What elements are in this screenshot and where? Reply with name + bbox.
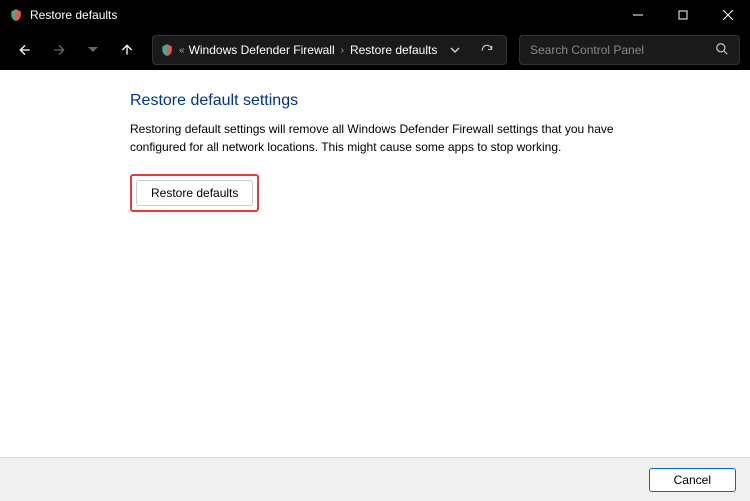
window-title: Restore defaults	[30, 8, 615, 22]
window-controls	[615, 0, 750, 30]
refresh-button[interactable]	[474, 37, 500, 63]
breadcrumb: Windows Defender Firewall › Restore defa…	[189, 43, 438, 57]
address-dropdown-button[interactable]	[442, 37, 468, 63]
search-icon	[715, 42, 729, 59]
breadcrumb-item-restore[interactable]: Restore defaults	[350, 43, 437, 57]
restore-defaults-button[interactable]: Restore defaults	[136, 180, 253, 206]
page-title: Restore default settings	[130, 92, 750, 110]
shield-icon	[8, 7, 24, 23]
footer: Cancel	[0, 457, 750, 501]
close-button[interactable]	[705, 0, 750, 30]
chevron-right-icon: «	[179, 45, 185, 56]
titlebar: Restore defaults	[0, 0, 750, 30]
cancel-button[interactable]: Cancel	[649, 468, 736, 492]
minimize-button[interactable]	[615, 0, 660, 30]
shield-icon	[159, 42, 175, 58]
restore-button-highlight: Restore defaults	[130, 174, 259, 212]
toolbar: « Windows Defender Firewall › Restore de…	[0, 30, 750, 70]
search-bar[interactable]	[519, 35, 740, 65]
content-area: Restore default settings Restoring defau…	[0, 70, 750, 457]
back-button[interactable]	[10, 35, 40, 65]
recent-button[interactable]	[78, 35, 108, 65]
breadcrumb-item-firewall[interactable]: Windows Defender Firewall	[189, 43, 335, 57]
search-input[interactable]	[530, 43, 709, 57]
page-description: Restoring default settings will remove a…	[130, 120, 620, 156]
maximize-button[interactable]	[660, 0, 705, 30]
address-bar[interactable]: « Windows Defender Firewall › Restore de…	[152, 35, 507, 65]
up-button[interactable]	[112, 35, 142, 65]
chevron-right-icon: ›	[341, 45, 344, 56]
forward-button[interactable]	[44, 35, 74, 65]
